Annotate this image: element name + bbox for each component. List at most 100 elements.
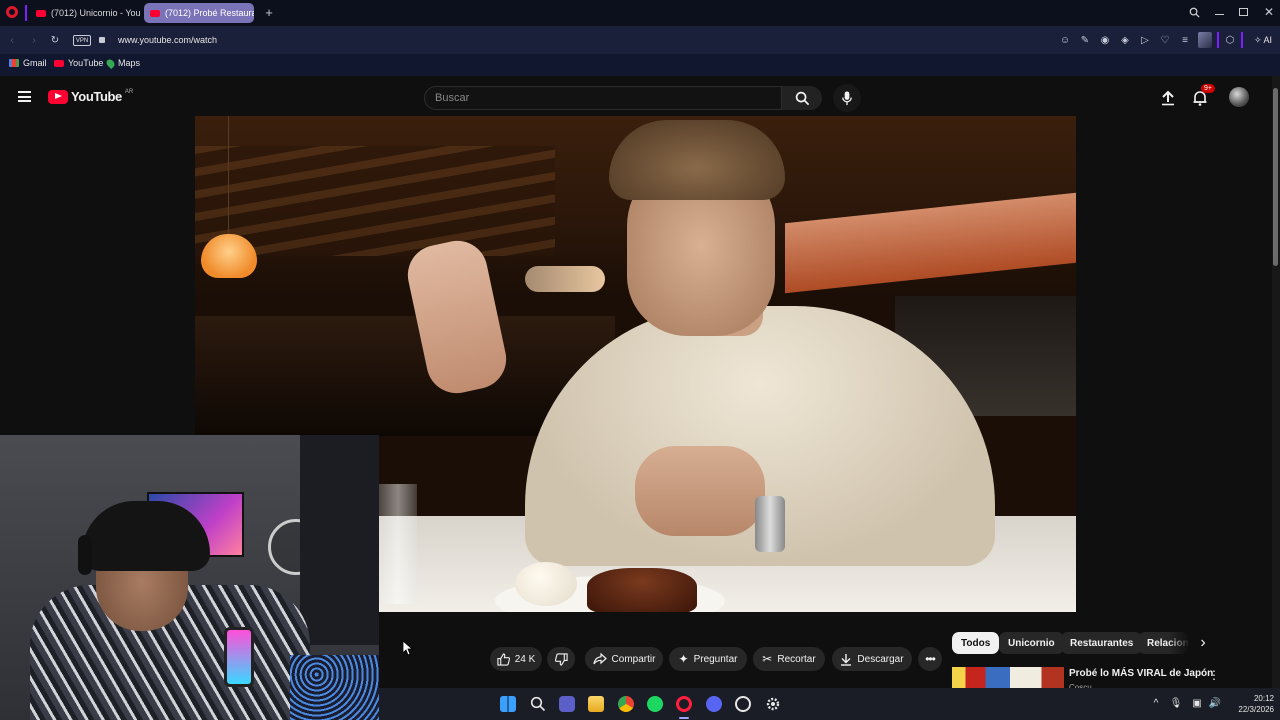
- suggested-video-thumbnail[interactable]: [952, 667, 1064, 688]
- emoji-icon[interactable]: ☺: [1059, 33, 1071, 47]
- ceiling-beams: [195, 146, 555, 256]
- upload-button[interactable]: [1160, 90, 1176, 106]
- sparkle-icon: ✧: [1254, 35, 1262, 45]
- search-input[interactable]: [424, 86, 782, 110]
- steam-like-icon[interactable]: [735, 696, 751, 712]
- opera-logo-icon[interactable]: [6, 6, 18, 18]
- tab-label: (7012) Probé Restaurantes: [165, 8, 254, 18]
- forward-arrow-icon[interactable]: ›: [28, 33, 40, 47]
- bookmark-youtube[interactable]: YouTube: [54, 58, 103, 68]
- reload-icon[interactable]: ↻: [49, 33, 61, 47]
- clip-button[interactable]: ✂ Recortar: [753, 647, 825, 671]
- bookmark-label: Maps: [118, 58, 141, 68]
- sparkle-icon: ✦: [678, 652, 689, 666]
- tab-unicornio[interactable]: (7012) Unicornio - YouTube: [30, 3, 140, 23]
- teams-icon[interactable]: [559, 696, 575, 712]
- more-dots-icon: •••: [925, 652, 936, 666]
- water-glass: [379, 484, 417, 604]
- resting-hand: [635, 446, 765, 536]
- clock-time: 20:12: [1253, 694, 1274, 703]
- ai-button[interactable]: ✧ AI: [1254, 35, 1272, 46]
- close-window-icon[interactable]: ✕: [1262, 5, 1276, 19]
- bookmarks-bar: Gmail YouTube Maps: [0, 54, 1280, 76]
- tray-microphone-icon[interactable]: 🎙: [1170, 697, 1183, 709]
- clock-date: 22/3/2026: [1238, 705, 1274, 714]
- microphone-stand: [224, 627, 254, 687]
- like-count: 24 K: [514, 653, 536, 665]
- menu-lines-icon[interactable]: ≡: [1179, 33, 1191, 47]
- ask-button[interactable]: ✦ Preguntar: [669, 647, 747, 671]
- vpn-badge[interactable]: VPN: [73, 35, 91, 46]
- dark-doorway: [300, 435, 379, 645]
- restore-window-icon[interactable]: [1239, 8, 1248, 16]
- maps-pin-icon: [104, 57, 117, 69]
- chip-todos[interactable]: Todos: [952, 632, 1000, 654]
- opera-gx-icon[interactable]: [676, 696, 692, 712]
- edit-icon[interactable]: ✎: [1079, 33, 1091, 47]
- tray-volume-icon[interactable]: 🔊: [1209, 697, 1221, 709]
- search-icon[interactable]: [530, 696, 546, 712]
- tray-network-icon[interactable]: ▣: [1191, 697, 1203, 709]
- share-arrow-icon: [592, 653, 607, 665]
- page-scrollbar[interactable]: [1272, 76, 1280, 688]
- discord-icon[interactable]: [706, 696, 722, 712]
- accent-divider: [1241, 32, 1243, 48]
- minimize-window-icon[interactable]: [1215, 14, 1224, 15]
- file-explorer-icon[interactable]: [588, 696, 604, 712]
- tab-divider: [25, 5, 27, 21]
- share-label: Compartir: [611, 653, 656, 665]
- chrome-icon[interactable]: [618, 696, 634, 712]
- accent-divider: [1217, 32, 1219, 48]
- lock-icon: [99, 37, 105, 43]
- new-tab-plus-icon[interactable]: +: [262, 5, 276, 20]
- fork-with-food: [525, 266, 605, 292]
- heart-icon[interactable]: ♡: [1159, 33, 1171, 47]
- shield-icon[interactable]: ◈: [1119, 33, 1131, 47]
- ask-label: Preguntar: [693, 653, 738, 665]
- url-text[interactable]: www.youtube.com/watch: [118, 35, 217, 45]
- hamburger-menu-icon[interactable]: [18, 91, 31, 102]
- extensions-cube-icon[interactable]: ⬡: [1224, 33, 1236, 47]
- notifications-button[interactable]: 9+: [1192, 84, 1215, 106]
- clock[interactable]: 20:12 22/3/2026: [1224, 693, 1274, 715]
- camera-icon[interactable]: ◉: [1099, 33, 1111, 47]
- download-label: Descargar: [857, 653, 904, 665]
- settings-gear-icon[interactable]: [765, 696, 781, 712]
- youtube-logo[interactable]: YouTube AR: [48, 89, 133, 104]
- avatar[interactable]: [1229, 87, 1249, 107]
- mouse-cursor-icon: [403, 641, 413, 656]
- youtube-play-logo-icon: [48, 89, 68, 104]
- tab-probe-restaurantes[interactable]: (7012) Probé Restaurantes: [144, 3, 254, 23]
- windows-start-icon[interactable]: [500, 696, 516, 712]
- voice-search-button[interactable]: [833, 84, 861, 112]
- chip-unicornio[interactable]: Unicornio: [999, 632, 1064, 654]
- bookmark-label: YouTube: [68, 58, 104, 68]
- scissors-icon: ✂: [762, 652, 773, 666]
- pendant-lamp: [201, 234, 257, 278]
- notification-count-badge: 9+: [1201, 84, 1215, 93]
- wristwatch: [755, 496, 785, 552]
- headset: [78, 535, 92, 575]
- youtube-icon: [54, 59, 64, 67]
- back-arrow-icon[interactable]: ‹: [6, 33, 18, 47]
- bookmark-maps[interactable]: Maps: [104, 57, 141, 69]
- search-tabs-icon[interactable]: [1187, 5, 1201, 19]
- profile-thumbnail[interactable]: [1198, 32, 1212, 48]
- more-actions-button[interactable]: •••: [918, 647, 942, 671]
- play-icon[interactable]: ▷: [1139, 33, 1151, 47]
- bookmark-label: Gmail: [23, 58, 47, 68]
- more-vertical-icon[interactable]: ⋮: [1208, 668, 1220, 682]
- scrollbar-thumb[interactable]: [1273, 88, 1278, 266]
- bookmark-gmail[interactable]: Gmail: [9, 58, 47, 68]
- download-button[interactable]: Descargar: [832, 647, 912, 671]
- like-button[interactable]: 24 K: [490, 647, 542, 671]
- tray-chevron-up-icon[interactable]: ^: [1151, 697, 1161, 709]
- chips-fade: [1168, 632, 1190, 654]
- dislike-button[interactable]: [547, 647, 575, 671]
- search-button[interactable]: [782, 86, 822, 110]
- share-button[interactable]: Compartir: [585, 647, 663, 671]
- chevron-right-icon[interactable]: ›: [1196, 634, 1210, 651]
- suggested-video-title[interactable]: Probé lo MÁS VIRAL de Japón: [1069, 668, 1213, 679]
- chip-restaurantes[interactable]: Restaurantes: [1061, 632, 1143, 654]
- spotify-icon[interactable]: [647, 696, 663, 712]
